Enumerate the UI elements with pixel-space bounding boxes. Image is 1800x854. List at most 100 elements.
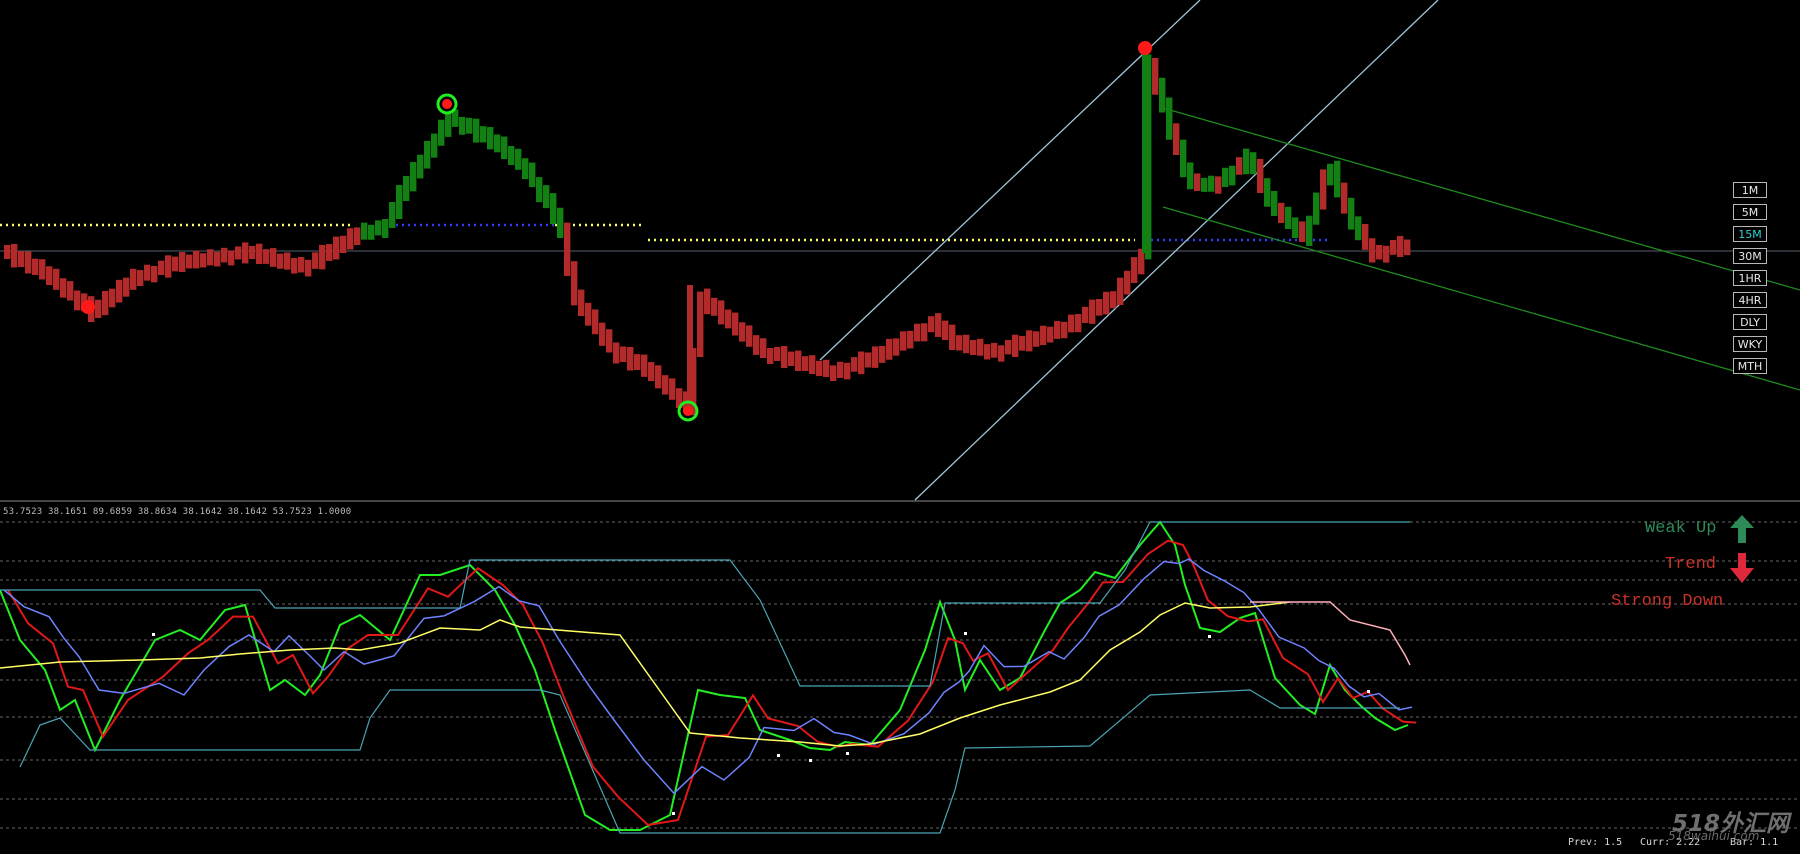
price-bar xyxy=(53,268,60,290)
price-bar xyxy=(1313,192,1320,225)
price-bar xyxy=(1166,97,1173,140)
oscillator-ma-tail xyxy=(1250,601,1411,666)
price-bar xyxy=(1019,335,1026,351)
price-bar xyxy=(1068,314,1075,333)
price-bar xyxy=(907,330,914,349)
price-bar xyxy=(18,251,25,267)
price-bar xyxy=(522,158,529,180)
price-bar xyxy=(284,252,291,270)
price-bar xyxy=(445,112,452,137)
price-bar xyxy=(648,362,655,382)
price-bar xyxy=(865,352,872,368)
price-bar xyxy=(424,140,431,169)
price-bar xyxy=(942,320,949,340)
price-bar xyxy=(1390,240,1397,255)
price-bar xyxy=(1376,245,1383,260)
price-bar xyxy=(844,362,851,380)
price-bar xyxy=(200,253,207,268)
price-bar xyxy=(60,278,67,298)
price-bar xyxy=(1257,158,1264,193)
price-bar xyxy=(1264,178,1271,207)
price-bar xyxy=(529,162,536,188)
price-bar xyxy=(312,252,319,269)
timeframe-button-mth[interactable]: MTH xyxy=(1733,358,1767,374)
price-bar xyxy=(1404,239,1411,256)
price-bar xyxy=(501,136,508,160)
price-bar xyxy=(1142,48,1148,253)
price-bar xyxy=(1397,235,1404,257)
price-bar xyxy=(718,300,725,325)
price-bar xyxy=(389,202,396,228)
price-bar xyxy=(634,354,641,370)
price-bar xyxy=(1334,160,1341,198)
price-bar xyxy=(1159,77,1166,113)
signal-dot xyxy=(152,633,155,636)
price-bar xyxy=(333,236,340,260)
price-bar xyxy=(1341,182,1348,214)
timeframe-button-30m[interactable]: 30M xyxy=(1733,248,1767,264)
chart-canvas[interactable] xyxy=(0,0,1800,850)
price-bar xyxy=(340,235,347,253)
price-bar xyxy=(228,250,235,266)
price-bar xyxy=(991,342,998,358)
timeframe-button-5m[interactable]: 5M xyxy=(1733,204,1767,220)
price-bar xyxy=(1047,326,1054,343)
price-bar xyxy=(571,261,578,306)
price-bar xyxy=(823,359,830,377)
price-bar xyxy=(760,338,767,358)
price-bar xyxy=(319,244,326,270)
timeframe-button-dly[interactable]: DLY xyxy=(1733,314,1767,330)
price-bar xyxy=(1327,163,1334,186)
price-bar xyxy=(837,361,844,378)
price-bar xyxy=(949,324,956,350)
price-bar xyxy=(557,207,564,238)
timeframe-button-15m[interactable]: 15M xyxy=(1733,226,1767,242)
watermark-url: 518waihui.com xyxy=(1668,829,1760,843)
signal-trend-label: Trend xyxy=(1665,555,1717,574)
price-bar xyxy=(1040,325,1047,346)
price-bar xyxy=(221,247,228,263)
price-bar xyxy=(795,350,802,371)
price-bar xyxy=(1033,331,1040,347)
price-bar xyxy=(438,119,445,146)
price-bar xyxy=(564,222,571,276)
timeframe-button-1hr[interactable]: 1HR xyxy=(1733,270,1767,286)
price-bar xyxy=(704,288,711,315)
price-bar xyxy=(816,360,823,376)
price-bar xyxy=(774,347,781,361)
price-bar xyxy=(305,259,312,277)
timeframe-button-4hr[interactable]: 4HR xyxy=(1733,292,1767,308)
timeframe-button-wky[interactable]: WKY xyxy=(1733,336,1767,352)
price-bar xyxy=(123,277,130,297)
price-bar xyxy=(1075,314,1082,333)
price-bar xyxy=(67,281,74,301)
price-bar xyxy=(158,260,165,275)
price-bar xyxy=(256,243,263,264)
price-bar xyxy=(641,354,648,377)
price-bar xyxy=(1194,173,1201,192)
price-bar xyxy=(893,338,900,356)
arrow-up-icon xyxy=(1729,514,1755,544)
oscillator-fast-line xyxy=(0,520,1409,831)
price-bar xyxy=(1054,321,1061,339)
price-bar xyxy=(886,338,893,360)
price-bar xyxy=(746,325,753,347)
price-bar xyxy=(963,334,970,354)
price-bar xyxy=(417,154,424,179)
price-bar xyxy=(214,251,221,267)
price-bar xyxy=(431,133,438,158)
price-bar xyxy=(662,375,669,395)
signal-dot xyxy=(964,632,967,635)
price-bar xyxy=(1383,245,1390,263)
price-bar xyxy=(543,185,550,209)
price-bar xyxy=(732,312,739,336)
price-bar xyxy=(879,345,886,363)
price-bar xyxy=(1278,202,1285,223)
timeframe-button-1m[interactable]: 1M xyxy=(1733,182,1767,198)
price-bar xyxy=(1117,277,1124,305)
price-bar xyxy=(620,346,627,362)
price-bar xyxy=(494,134,501,153)
price-bar xyxy=(1355,216,1362,241)
price-bar xyxy=(585,302,592,326)
price-bar xyxy=(655,365,662,389)
